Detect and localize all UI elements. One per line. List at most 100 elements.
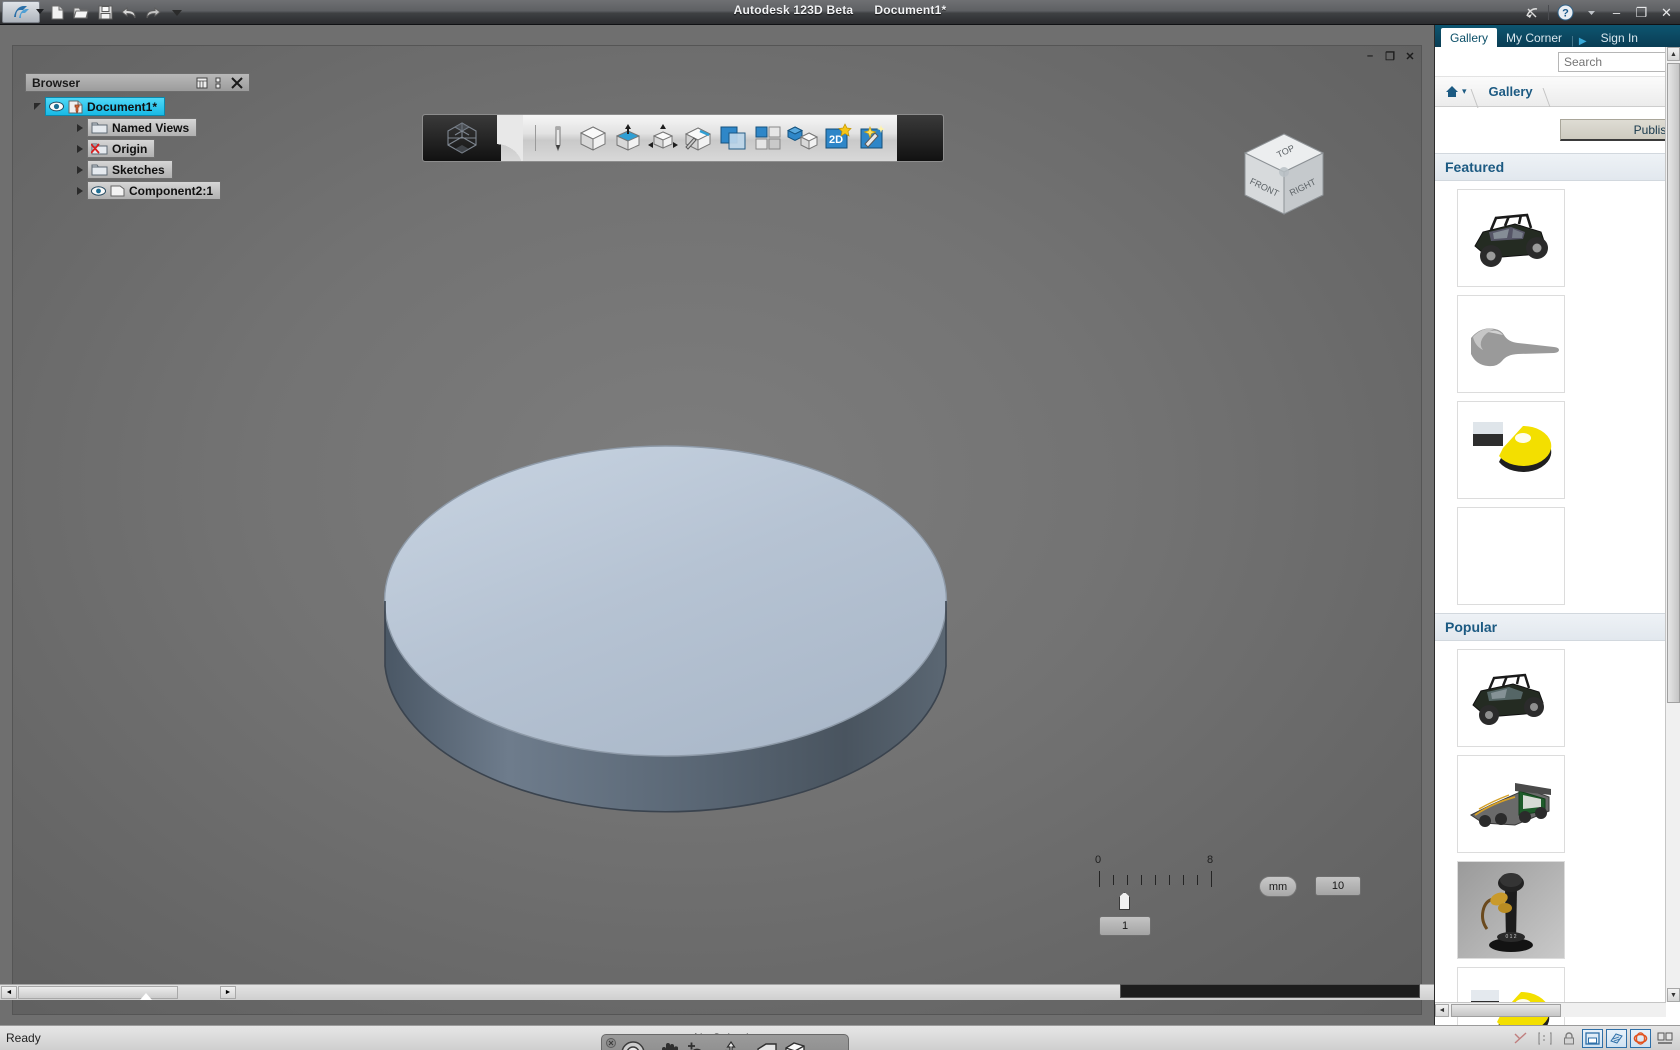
breadcrumb-home-caret-icon[interactable]: ▾	[1462, 86, 1467, 97]
gallery-horizontal-scrollbar[interactable]: ◄	[1435, 1002, 1666, 1017]
breadcrumb-home[interactable]: ▾	[1441, 85, 1475, 98]
navigation-button-group	[620, 1038, 816, 1050]
help-caret-icon[interactable]	[1581, 3, 1601, 23]
browser-tree: Document1* Named Views Origin Sketches C…	[25, 96, 250, 201]
display-style-button[interactable]	[782, 1038, 816, 1050]
tree-item-component[interactable]: Component2:1	[25, 180, 250, 201]
tree-item-origin[interactable]: Origin	[25, 138, 250, 159]
primitives-tool[interactable]	[577, 118, 609, 158]
model-cylinder[interactable]	[383, 376, 948, 836]
scroll-right-arrow-icon[interactable]: ►	[220, 986, 236, 999]
pattern-tool[interactable]	[752, 118, 784, 158]
scroll-thumb[interactable]	[18, 986, 178, 999]
construct-tool[interactable]	[612, 118, 644, 158]
gallery-hscroll-thumb[interactable]	[1451, 1003, 1561, 1017]
modify-tool[interactable]	[647, 118, 679, 158]
sign-in-link[interactable]: Sign In	[1592, 28, 1647, 47]
tree-item-document[interactable]: Document1*	[25, 96, 250, 117]
panel-layout-icon[interactable]	[1654, 1029, 1675, 1048]
gallery-scroll-left-icon[interactable]: ◄	[1435, 1003, 1449, 1017]
tab-my-corner[interactable]: My Corner	[1497, 28, 1571, 47]
combine-tool[interactable]	[717, 118, 749, 158]
publish-button[interactable]: Publish	[1560, 119, 1680, 141]
sketch-tool[interactable]	[542, 118, 574, 158]
sketch-on-face-tool[interactable]	[682, 118, 714, 158]
ruler-slider-thumb[interactable]	[1119, 892, 1130, 910]
orbit-mode-icon[interactable]	[1630, 1028, 1651, 1048]
thumb-jeep[interactable]	[1457, 189, 1565, 287]
thumb-telephone[interactable]: 0 1 2	[1457, 861, 1565, 959]
scroll-down-arrow-icon[interactable]: ▼	[1667, 988, 1680, 1002]
thumb-pacman[interactable]	[1457, 401, 1565, 499]
tree-expander-component[interactable]	[73, 184, 87, 198]
tab-overflow-arrow-icon[interactable]: ▶	[1574, 36, 1592, 47]
ruler-tick	[1141, 875, 1142, 885]
tree-expander-sketches[interactable]	[73, 163, 87, 177]
cube-sketch-icon	[684, 127, 712, 151]
thumb-jeep-2[interactable]	[1457, 649, 1565, 747]
slider-value-field[interactable]: 1	[1099, 916, 1151, 936]
tree-expander-document[interactable]	[31, 100, 45, 114]
wrench-model-icon	[1471, 328, 1559, 367]
gallery-scroll-thumb[interactable]	[1667, 63, 1680, 703]
thumb-wrench[interactable]	[1457, 295, 1565, 393]
tree-label-origin[interactable]: Origin	[87, 139, 156, 158]
assemble-tool[interactable]	[787, 118, 819, 158]
selection-filter-icon[interactable]	[1534, 1029, 1555, 1048]
canvas-minimize-button[interactable]: –	[1363, 49, 1377, 63]
canvas-close-button[interactable]: ✕	[1403, 49, 1417, 63]
window-close-button[interactable]: ✕	[1657, 3, 1676, 23]
toolbar-brand-button[interactable]	[423, 115, 523, 161]
window-title: Autodesk 123D Beta Document1*	[0, 3, 1680, 17]
tab-gallery[interactable]: Gallery	[1441, 28, 1498, 47]
panel-resize-handle[interactable]	[140, 993, 152, 1000]
tree-label-document[interactable]: Document1*	[45, 97, 166, 116]
gallery-panel: Gallery My Corner | ▶ Sign In ▾ Gallery …	[1434, 25, 1680, 1050]
tree-expander-origin[interactable]	[73, 142, 87, 156]
orbit-button[interactable]	[718, 1038, 752, 1050]
tree-expander-named-views[interactable]	[73, 121, 87, 135]
workplane-icon[interactable]	[1606, 1028, 1627, 1048]
browser-close-icon[interactable]	[230, 76, 244, 90]
navbar-close-icon[interactable]	[606, 1038, 616, 1048]
window-restore-button[interactable]: ❐	[1632, 3, 1651, 23]
title-bar-right-cluster: ? – ❐ ✕	[1522, 0, 1676, 25]
search-input[interactable]	[1558, 51, 1676, 72]
browser-filter-icon[interactable]	[211, 76, 225, 90]
snap-grid-icon[interactable]	[1582, 1028, 1603, 1048]
browser-display-icon[interactable]	[195, 76, 209, 90]
tree-item-named-views[interactable]: Named Views	[25, 117, 250, 138]
command-input-field[interactable]	[1120, 984, 1420, 998]
zoom-button[interactable]	[683, 1038, 716, 1050]
breadcrumb-item-gallery[interactable]: Gallery	[1475, 84, 1547, 99]
tree-label-component[interactable]: Component2:1	[87, 181, 221, 200]
canvas-restore-button[interactable]: ❐	[1383, 49, 1397, 63]
window-minimize-button[interactable]: –	[1607, 3, 1626, 23]
thumb-blank[interactable]	[1457, 507, 1565, 605]
toolbar-tool-group: 2D	[542, 118, 889, 158]
tree-label-named-views[interactable]: Named Views	[87, 118, 198, 137]
zoom-level-field[interactable]: 10	[1315, 876, 1361, 896]
scroll-up-arrow-icon[interactable]: ▲	[1667, 47, 1680, 61]
scroll-left-arrow-icon[interactable]: ◄	[1, 986, 17, 999]
view-cube[interactable]: TOP FRONT RIGHT	[1239, 128, 1329, 220]
folder-icon	[91, 164, 108, 176]
tree-label-sketches[interactable]: Sketches	[87, 160, 173, 179]
connect-status-icon[interactable]	[1522, 3, 1542, 23]
look-at-button[interactable]	[754, 1038, 780, 1050]
tree-item-sketches[interactable]: Sketches	[25, 159, 250, 180]
pan-button[interactable]	[656, 1038, 681, 1050]
steering-wheel-button[interactable]	[620, 1038, 654, 1050]
make-2d-tool[interactable]: 2D	[822, 118, 854, 158]
title-bar: Autodesk 123D Beta Document1* ? – ❐ ✕	[0, 0, 1680, 25]
tree-label-text: Origin	[112, 141, 148, 156]
smart-tool[interactable]	[857, 118, 889, 158]
lock-icon[interactable]	[1558, 1029, 1579, 1048]
unit-selector[interactable]: mm	[1259, 876, 1297, 897]
locomotive-model-icon	[1470, 783, 1551, 827]
thumb-locomotive[interactable]	[1457, 755, 1565, 853]
sketch-constraint-icon[interactable]	[1510, 1029, 1531, 1048]
gallery-vertical-scrollbar[interactable]: ▲ ▼	[1665, 47, 1680, 1002]
orbit-icon	[720, 1040, 742, 1050]
help-icon[interactable]: ?	[1555, 3, 1575, 23]
